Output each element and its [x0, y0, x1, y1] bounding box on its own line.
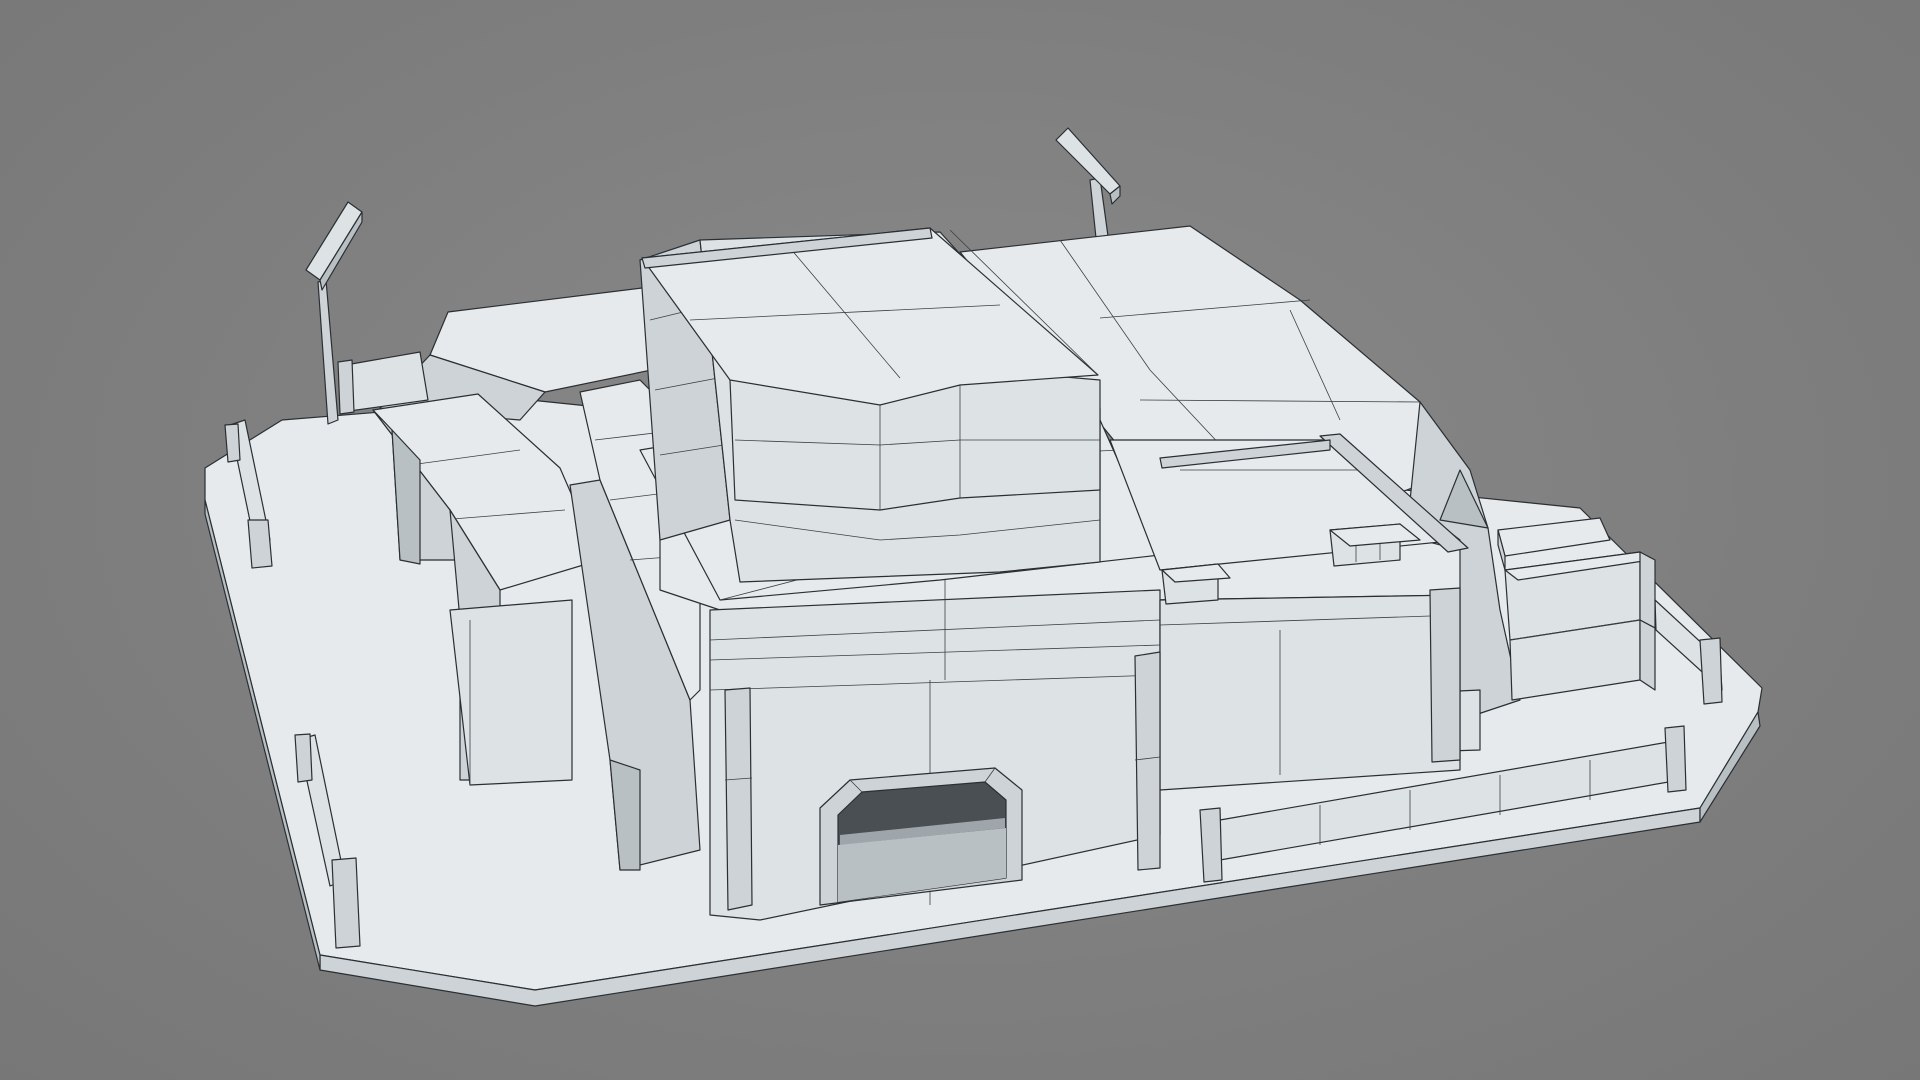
- bunker-model-render: [204, 127, 1763, 1007]
- floodlight-post-right: [1055, 127, 1121, 239]
- 3d-viewport[interactable]: [0, 0, 1920, 1080]
